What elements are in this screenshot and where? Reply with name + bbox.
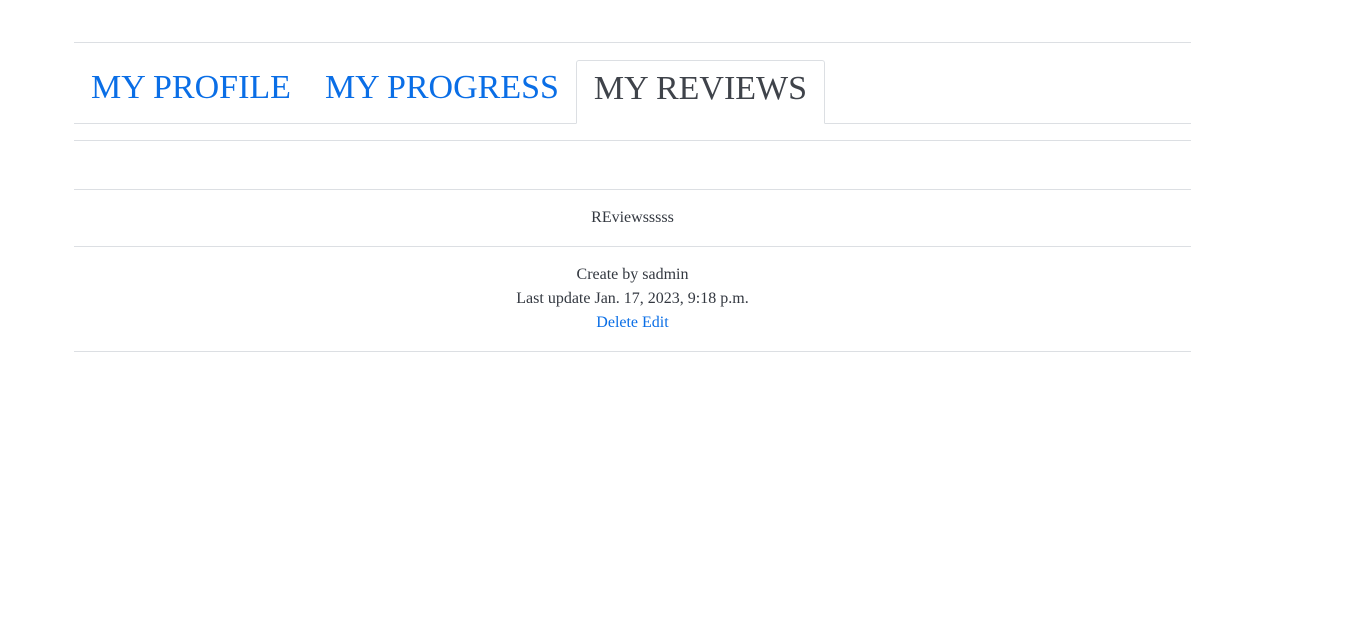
reviews-table-header: [74, 140, 1191, 189]
review-created-by: Create by sadmin: [576, 266, 689, 283]
review-last-update: Last update Jan. 17, 2023, 9:18 p.m.: [516, 290, 749, 307]
tab-my-profile[interactable]: MY PROFILE: [74, 60, 308, 123]
tab-my-reviews[interactable]: MY REVIEWS: [575, 60, 826, 124]
review-actions: Delete Edit: [74, 311, 1191, 335]
edit-link[interactable]: Edit: [642, 314, 669, 331]
tab-my-progress[interactable]: MY PROGRESS: [307, 60, 576, 123]
review-title: REviewsssss: [74, 189, 1191, 246]
profile-container: MY PROFILE MY PROGRESS MY REVIEWS REview…: [74, 42, 1191, 352]
reviews-panel: REviewsssss Create by sadmin Last update…: [74, 140, 1191, 352]
review-meta: Create by sadmin Last update Jan. 17, 20…: [74, 246, 1191, 352]
tab-bar: MY PROFILE MY PROGRESS MY REVIEWS: [74, 43, 1191, 124]
delete-link[interactable]: Delete: [596, 314, 638, 331]
